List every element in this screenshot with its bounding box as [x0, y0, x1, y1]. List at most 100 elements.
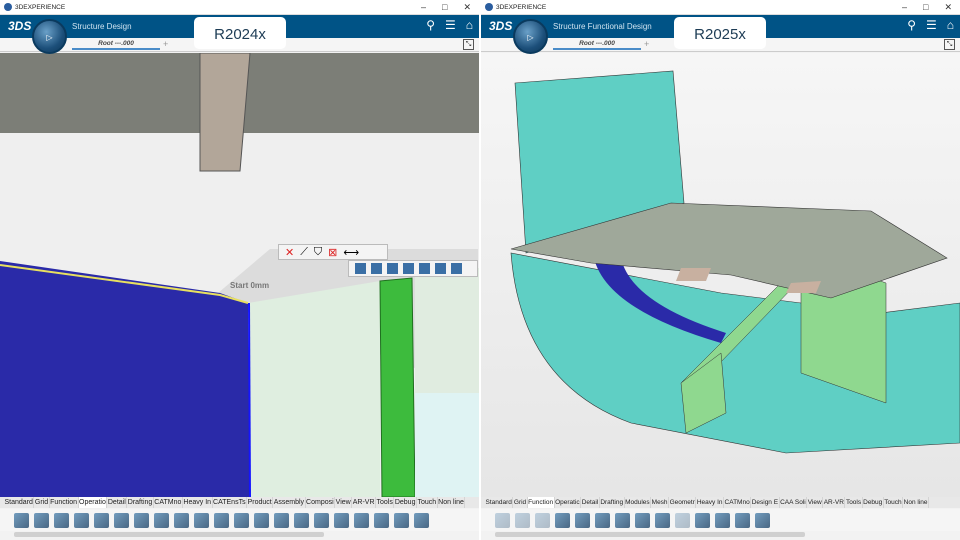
- tool-icon[interactable]: [274, 512, 289, 528]
- tool-icon[interactable]: [294, 512, 309, 528]
- tab-standard[interactable]: Standard: [485, 497, 514, 508]
- 3d-viewport[interactable]: [481, 53, 960, 497]
- horizontal-scrollbar[interactable]: [14, 532, 324, 537]
- tab-touch[interactable]: Touch: [417, 497, 438, 508]
- tab-heavy[interactable]: Heavy In: [696, 497, 725, 508]
- tool-icon[interactable]: [695, 512, 710, 528]
- close-icon[interactable]: ✕: [463, 2, 471, 13]
- tab-catmno[interactable]: CATMno: [724, 497, 752, 508]
- tab-drafting[interactable]: Drafting: [600, 497, 625, 508]
- tab-view[interactable]: View: [335, 497, 353, 508]
- width-icon[interactable]: ⟷: [343, 246, 359, 259]
- tab-design[interactable]: Design E: [751, 497, 780, 508]
- tool-icon[interactable]: [715, 512, 730, 528]
- tab-grid[interactable]: Grid: [34, 497, 50, 508]
- tab-tools[interactable]: Tools: [845, 497, 863, 508]
- fullscreen-icon[interactable]: ⤡: [463, 39, 474, 50]
- tool-icon[interactable]: [387, 263, 398, 274]
- tool-icon[interactable]: [394, 512, 409, 528]
- zoom-icon[interactable]: [575, 512, 590, 528]
- tab-heavy[interactable]: Heavy In: [183, 497, 213, 508]
- tab-function[interactable]: Function: [527, 497, 555, 508]
- tool-icon[interactable]: [254, 512, 269, 528]
- tab-debug[interactable]: Debug: [863, 497, 884, 508]
- tool-icon[interactable]: [675, 512, 690, 528]
- minimize-icon[interactable]: –: [421, 2, 426, 13]
- tool-icon[interactable]: [314, 512, 329, 528]
- tab-ar-vr[interactable]: AR-VR: [352, 497, 376, 508]
- tab-touch[interactable]: Touch: [884, 497, 904, 508]
- add-tab-icon[interactable]: +: [644, 39, 649, 49]
- tool-icon[interactable]: [134, 512, 149, 528]
- tab-composite[interactable]: Composi: [306, 497, 336, 508]
- undo-icon[interactable]: [74, 512, 89, 528]
- copy-icon[interactable]: [515, 512, 530, 528]
- tool-icon[interactable]: [355, 263, 366, 274]
- update-icon[interactable]: [114, 512, 129, 528]
- tab-mesh[interactable]: Mesh: [651, 497, 670, 508]
- tool-icon[interactable]: [755, 512, 770, 528]
- tree-icon[interactable]: [451, 263, 462, 274]
- trim-icon[interactable]: ⟋: [300, 246, 308, 259]
- tab-geometry[interactable]: Geometr: [669, 497, 697, 508]
- undo-icon[interactable]: [555, 512, 570, 528]
- tab-catensts[interactable]: CATEnsTs: [213, 497, 248, 508]
- search-icon[interactable]: ⚲: [907, 18, 916, 32]
- tab-grid[interactable]: Grid: [513, 497, 528, 508]
- tab-nonlinear[interactable]: Non line: [903, 497, 929, 508]
- tab-operation[interactable]: Operatio: [78, 497, 108, 508]
- tab-nonlinear[interactable]: Non line: [438, 497, 466, 508]
- tool-icon[interactable]: [403, 263, 414, 274]
- copy-icon[interactable]: [34, 512, 49, 528]
- cut-icon[interactable]: [495, 512, 510, 528]
- zoom-icon[interactable]: [94, 512, 109, 528]
- horizontal-scrollbar[interactable]: [495, 532, 805, 537]
- close-icon[interactable]: ✕: [944, 2, 952, 13]
- hide-icon[interactable]: [435, 263, 446, 274]
- tab-assembly[interactable]: Assembly: [273, 497, 306, 508]
- menu-icon[interactable]: ☰: [926, 18, 937, 32]
- add-tab-icon[interactable]: +: [163, 39, 168, 49]
- tab-standard[interactable]: Standard: [4, 497, 35, 508]
- tool-icon[interactable]: [354, 512, 369, 528]
- menu-icon[interactable]: ☰: [445, 18, 456, 32]
- compass-play-icon[interactable]: ▷: [513, 19, 548, 54]
- tool-icon[interactable]: [214, 512, 229, 528]
- minimize-icon[interactable]: –: [902, 2, 907, 13]
- tool-icon[interactable]: [334, 512, 349, 528]
- tab-debug[interactable]: Debug: [394, 497, 417, 508]
- tag-icon[interactable]: ⌂: [466, 18, 473, 32]
- remove-icon[interactable]: ⊠: [328, 246, 337, 259]
- tab-root[interactable]: Root ---.000: [553, 40, 641, 50]
- tab-detail[interactable]: Detail: [581, 497, 600, 508]
- tool-icon[interactable]: [154, 512, 169, 528]
- tab-ar-vr[interactable]: AR-VR: [823, 497, 846, 508]
- tab-drafting[interactable]: Drafting: [127, 497, 154, 508]
- tool-icon[interactable]: [194, 512, 209, 528]
- paste-icon[interactable]: [54, 512, 69, 528]
- fullscreen-icon[interactable]: ⤡: [944, 39, 955, 50]
- tool-icon[interactable]: [414, 512, 429, 528]
- tab-product[interactable]: Product: [247, 497, 274, 508]
- tool-icon[interactable]: [174, 512, 189, 528]
- tab-tools[interactable]: Tools: [376, 497, 395, 508]
- tool-icon[interactable]: [735, 512, 750, 528]
- tab-root[interactable]: Root ---.000: [72, 40, 160, 50]
- tab-operation[interactable]: Operatic: [555, 497, 582, 508]
- tool-icon[interactable]: [615, 512, 630, 528]
- maximize-icon[interactable]: □: [442, 2, 447, 13]
- tab-detail[interactable]: Detail: [107, 497, 128, 508]
- paste-icon[interactable]: [535, 512, 550, 528]
- search-icon[interactable]: ⚲: [426, 18, 435, 32]
- tab-caa[interactable]: CAA Soli: [780, 497, 808, 508]
- tab-modules[interactable]: Modules: [625, 497, 652, 508]
- maximize-icon[interactable]: □: [923, 2, 928, 13]
- tool-icon[interactable]: [419, 263, 430, 274]
- tool-icon[interactable]: [234, 512, 249, 528]
- update-icon[interactable]: [595, 512, 610, 528]
- tool-icon[interactable]: [374, 512, 389, 528]
- tag-icon[interactable]: ⌂: [947, 18, 954, 32]
- 3d-viewport[interactable]: Start 0mm ✕ ⟋ ⛉ ⊠ ⟷: [0, 53, 479, 497]
- tab-view[interactable]: View: [807, 497, 824, 508]
- shield-icon[interactable]: ⛉: [314, 246, 322, 259]
